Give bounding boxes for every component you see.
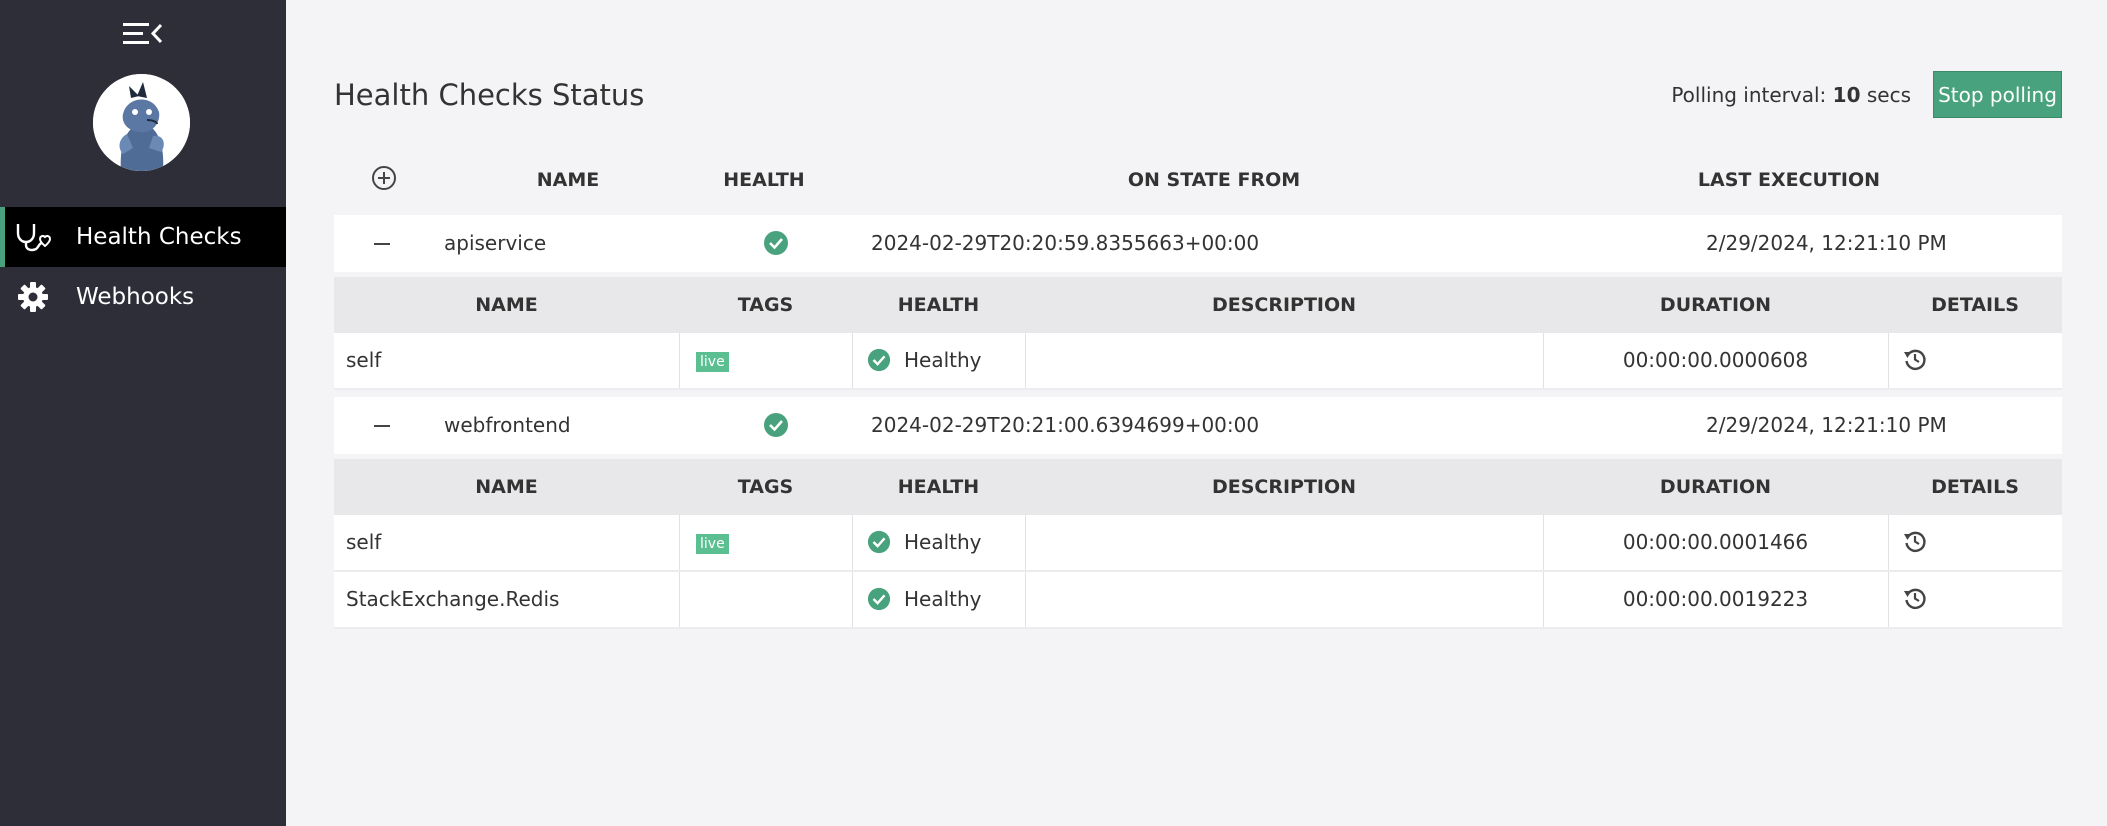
entry-tags: live (696, 515, 729, 570)
stop-polling-button[interactable]: Stop polling (1933, 71, 2062, 118)
collapse-icon[interactable] (371, 233, 393, 255)
healthy-check-icon (763, 230, 789, 256)
sub-header-duration: DURATION (1659, 476, 1772, 498)
column-header-name: NAME (536, 169, 600, 191)
column-header-on-state-from: ON STATE FROM (1127, 169, 1301, 191)
entries-header: NAME TAGS HEALTH DESCRIPTION DURATION DE… (334, 459, 2062, 515)
service-last-execution: 2/29/2024, 12:21:10 PM (1706, 413, 1947, 437)
gear-icon (14, 281, 52, 313)
entry-row: StackExchange.Redis Healthy 00:00:00.001… (334, 572, 2062, 629)
entry-row: self live Healthy 00:00:00.0000608 (334, 333, 2062, 390)
entry-tags: live (696, 333, 729, 388)
sub-header-description: DESCRIPTION (1211, 294, 1357, 316)
healthy-check-icon (763, 412, 789, 438)
entry-name: StackExchange.Redis (346, 587, 560, 611)
history-icon[interactable] (1902, 585, 1928, 611)
page-title: Health Checks Status (334, 78, 645, 112)
sub-header-details: DETAILS (1931, 294, 2019, 316)
entry-health: Healthy (904, 530, 982, 554)
service-name: apiservice (444, 231, 547, 255)
service-on-state-from: 2024-02-29T20:20:59.8355663+00:00 (871, 231, 1260, 255)
sidebar-item-webhooks[interactable]: Webhooks (0, 267, 286, 327)
sub-header-health: HEALTH (897, 476, 980, 498)
sidebar-item-health-checks[interactable]: Health Checks (0, 207, 286, 267)
stethoscope-icon (14, 221, 52, 253)
healthy-check-icon (867, 348, 893, 374)
healthy-check-icon (867, 530, 893, 556)
sub-header-description: DESCRIPTION (1211, 476, 1357, 498)
sub-header-tags: TAGS (737, 294, 794, 316)
polling-value: 10 (1832, 83, 1861, 107)
service-row-apiservice[interactable]: apiservice 2024-02-29T20:20:59.8355663+0… (334, 215, 2062, 272)
sub-header-duration: DURATION (1659, 294, 1772, 316)
sub-header-tags: TAGS (737, 476, 794, 498)
tag-badge: live (696, 533, 729, 554)
column-header-health: HEALTH (723, 169, 805, 191)
history-icon[interactable] (1902, 346, 1928, 372)
entry-duration: 00:00:00.0019223 (1622, 587, 1809, 611)
entries-header: NAME TAGS HEALTH DESCRIPTION DURATION DE… (334, 277, 2062, 333)
entry-health: Healthy (904, 587, 982, 611)
polling-interval-label: Polling interval: 10 secs (1671, 80, 1911, 110)
sidebar-item-label: Health Checks (76, 224, 242, 250)
service-name: webfrontend (444, 413, 571, 437)
tag-badge: live (696, 351, 729, 372)
service-last-execution: 2/29/2024, 12:21:10 PM (1706, 231, 1947, 255)
entry-health: Healthy (904, 348, 982, 372)
column-header-last-execution: LAST EXECUTION (1697, 169, 1881, 191)
entry-duration: 00:00:00.0000608 (1622, 348, 1809, 372)
entry-duration: 00:00:00.0001466 (1622, 530, 1809, 554)
sidebar: Health Checks Webhooks (0, 0, 286, 826)
service-row-webfrontend[interactable]: webfrontend 2024-02-29T20:21:00.6394699+… (334, 397, 2062, 454)
service-on-state-from: 2024-02-29T20:21:00.6394699+00:00 (871, 413, 1260, 437)
sub-header-name: NAME (475, 476, 538, 498)
entry-row: self live Healthy 00:00:00.0001466 (334, 515, 2062, 572)
sidebar-item-label: Webhooks (76, 284, 195, 310)
history-icon[interactable] (1902, 528, 1928, 554)
collapse-icon[interactable] (371, 415, 393, 437)
entry-name: self (346, 530, 382, 554)
collapse-menu-icon[interactable] (119, 19, 165, 49)
entry-name: self (346, 348, 382, 372)
expand-all-icon[interactable] (371, 165, 397, 191)
polling-prefix: Polling interval: (1671, 83, 1827, 107)
sub-header-health: HEALTH (897, 294, 980, 316)
sub-header-details: DETAILS (1931, 476, 2019, 498)
avatar (93, 74, 190, 171)
sub-header-name: NAME (475, 294, 538, 316)
healthy-check-icon (867, 587, 893, 613)
polling-suffix: secs (1866, 83, 1911, 107)
